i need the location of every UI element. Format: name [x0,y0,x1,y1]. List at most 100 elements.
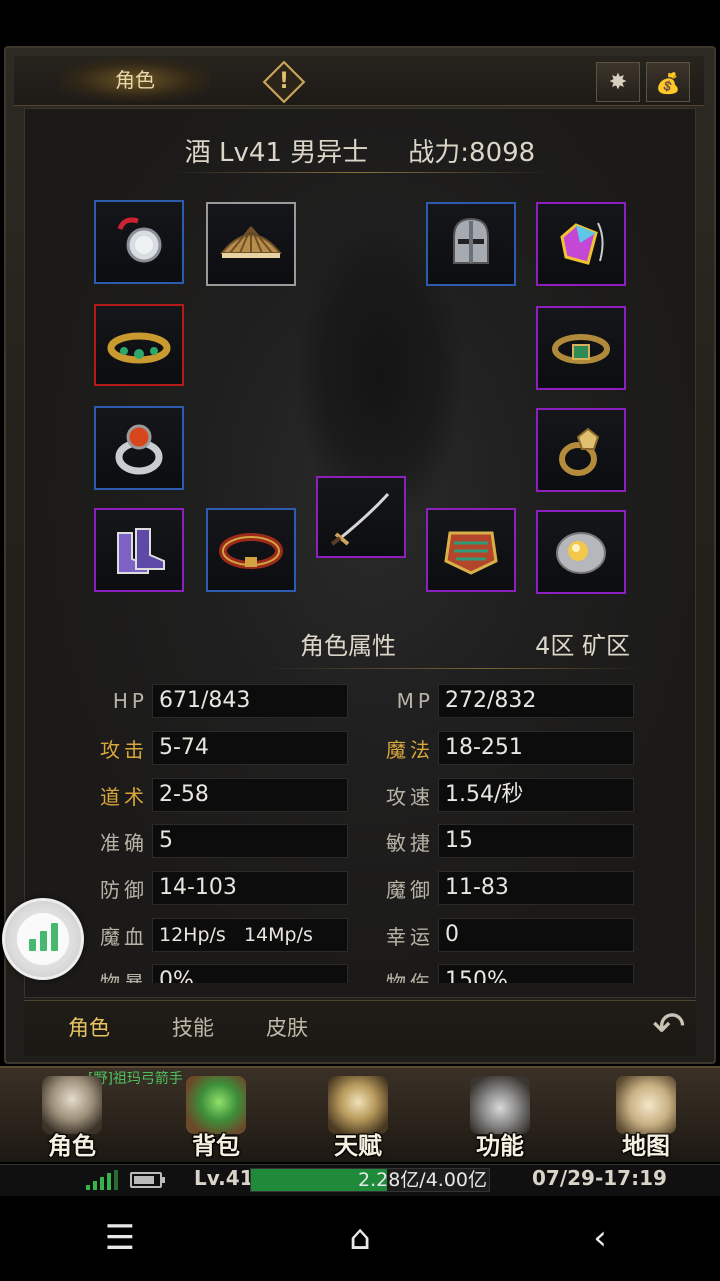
orb-stone-icon [556,532,606,574]
equip-slot-gem[interactable] [536,510,626,594]
back-icon[interactable]: ‹ [580,1216,620,1260]
back-arrow-icon[interactable]: ↶ [646,1004,692,1050]
menu-bag[interactable]: 背包 [156,1070,276,1160]
equip-slot-hat[interactable] [206,202,296,286]
armor-icon [444,531,498,575]
gold-ring-icon [559,427,600,476]
stat-row: 物伤 150% [376,963,634,983]
stat-value: 5-74 [152,731,348,765]
belt-icon [219,533,283,569]
equip-slot-bracelet-right[interactable] [536,306,626,390]
character-name: 酒 [184,137,211,168]
money-bag-icon[interactable]: 💰 [646,62,690,102]
stat-value: 18-251 [438,731,634,765]
helmet-icon [453,217,489,264]
warning-exclamation: ! [278,69,290,94]
gold-bracelet-icon [552,334,610,364]
attributes-title: 角色属性 [300,632,396,660]
stat-row: 敏捷 15 [376,823,634,859]
equip-slot-armor[interactable] [426,508,516,592]
stat-label: 魔血 [100,924,148,949]
stat-value: 14-103 [152,871,348,905]
stat-value: 12Hp/s 14Mp/s [152,918,348,952]
stat-label: 防御 [100,877,148,902]
top-black-bar [0,0,720,46]
stat-value: 1.54/秒 [438,778,634,812]
equip-slot-necklace[interactable] [94,200,184,284]
stat-value: 5 [152,824,348,858]
equip-slot-boots[interactable] [94,508,184,592]
menu-icon[interactable]: ☰ [100,1216,140,1260]
stat-row: 物暴 0% [90,963,348,983]
stat-row: 防御 14-103 [90,870,348,906]
menu-label: 角色 [48,1132,96,1160]
bottom-tabbar [24,1000,696,1056]
stat-label: 敏捷 [386,830,434,855]
equip-slot-ring-left[interactable] [94,406,184,490]
stat-label: 物伤 [386,970,434,984]
equip-slot-belt[interactable] [206,508,296,592]
jeweled-bracelet-icon [107,332,171,364]
stat-label: 魔御 [386,877,434,902]
equip-slot-bracelet-left[interactable] [94,304,184,386]
tab-skins[interactable]: 皮肤 [266,1012,308,1042]
stat-label: 攻速 [386,784,434,809]
menu-label: 天赋 [334,1132,382,1160]
equip-slot-helmet[interactable] [426,202,516,286]
stat-value: 0 [438,918,634,952]
menu-map[interactable]: 地图 [586,1070,706,1160]
menu-talent[interactable]: 天赋 [298,1070,418,1160]
stat-label: 幸运 [386,924,434,949]
stat-row: 攻击 5-74 [90,730,348,766]
header-divider [170,172,550,173]
stat-label: MP [396,689,434,713]
character-level: Lv41 [219,137,283,168]
battery-icon [130,1172,165,1188]
home-icon[interactable]: ⌂ [340,1216,380,1260]
amulet-icon [117,217,162,263]
stat-value: 150% [438,964,634,983]
stat-row: 幸运 0 [376,917,634,953]
network-signal-icon [86,1170,118,1190]
stat-row: MP 272/832 [376,683,634,719]
attributes-header: 角色属性 4区 矿区 [300,626,630,662]
tab-role[interactable]: 角色 [68,1012,110,1042]
equip-slot-ring-right[interactable] [536,408,626,492]
stat-row: 攻速 1.54/秒 [376,777,634,813]
menu-functions[interactable]: 功能 [440,1070,560,1160]
menu-label: 地图 [622,1132,670,1160]
stat-label: 攻击 [100,737,148,762]
stat-value: 0% [152,964,348,983]
stat-value: 671/843 [152,684,348,718]
menu-label: 功能 [476,1132,524,1160]
floating-assistant-button[interactable] [2,898,84,980]
stat-row: HP 671/843 [90,683,348,719]
xp-text: 2.28亿/4.00亿 [357,1169,487,1191]
ruby-ring-icon [115,424,163,475]
equip-slot-medal[interactable] [536,202,626,286]
sparkle-icon[interactable]: ✸ [596,62,640,102]
tab-role-top[interactable]: 角色 [60,58,210,102]
stat-label: 物暴 [100,970,148,984]
stat-value: 2-58 [152,778,348,812]
stat-label: 魔法 [386,737,434,762]
stat-row: 魔血 12Hp/s 14Mp/s [90,917,348,953]
sword-icon [330,492,390,546]
attributes-list[interactable]: HP 671/843 MP 272/832 攻击 5-74 魔法 18-251 … [90,680,650,983]
character-class: 男异士 [290,137,369,168]
gem-pendant-icon [560,222,604,265]
tab-skills[interactable]: 技能 [172,1012,214,1042]
menu-label: 背包 [192,1132,240,1160]
stat-row: 道术 2-58 [90,777,348,813]
character-name-level: 酒 Lv41 男异士 [185,132,369,169]
menu-role[interactable]: 角色 [12,1070,132,1160]
signal-bars-icon [17,913,69,965]
server-label: 4区 矿区 [535,632,630,660]
attributes-divider [260,668,640,669]
xp-bar: 2.28亿/4.00亿 [250,1168,490,1192]
stat-label: 准确 [100,830,148,855]
stat-row: 魔法 18-251 [376,730,634,766]
stat-label: HP [112,689,148,713]
game-clock: 07/29-17:19 [532,1166,667,1190]
equip-slot-weapon[interactable] [316,476,406,558]
